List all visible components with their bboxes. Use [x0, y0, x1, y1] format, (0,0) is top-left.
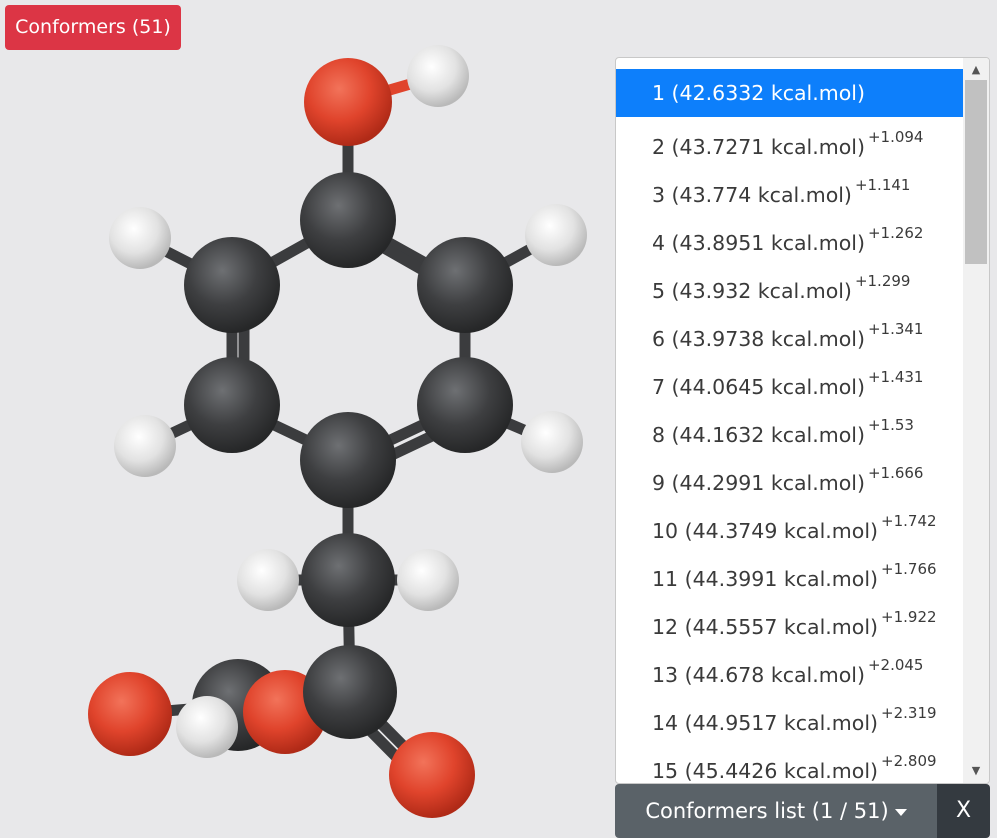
conformer-energy-label: 10 (44.3749 kcal.mol)	[652, 518, 879, 543]
hydrogen-atom	[521, 411, 583, 473]
conformer-list-item[interactable]: 12 (44.5557 kcal.mol) +1.922	[616, 597, 964, 645]
conformer-energy-label: 9 (44.2991 kcal.mol)	[652, 470, 865, 495]
conformer-energy-label: 6 (43.9738 kcal.mol)	[652, 326, 865, 351]
conformer-energy-label: 7 (44.0645 kcal.mol)	[652, 374, 865, 399]
carbon-atom	[417, 237, 513, 333]
conformers-list-panel[interactable]: 1 (42.6332 kcal.mol) 2 (43.7271 kcal.mol)…	[615, 57, 990, 784]
hydrogen-atom	[176, 696, 238, 758]
conformer-energy-label: 11 (44.3991 kcal.mol)	[652, 566, 879, 591]
carbon-atom	[184, 237, 280, 333]
conformer-list-item[interactable]: 9 (44.2991 kcal.mol) +1.666	[616, 453, 964, 501]
conformer-energy-delta: +1.299	[854, 272, 911, 290]
conformer-energy-label: 8 (44.1632 kcal.mol)	[652, 422, 865, 447]
app-stage: Conformers (51) 1 (42.6332 kcal.mol) 2 (4…	[0, 0, 997, 838]
molecule-atoms	[88, 45, 587, 818]
conformers-list-dropdown-button[interactable]: Conformers list (1 / 51)	[615, 784, 937, 838]
caret-down-icon	[894, 808, 907, 816]
carbon-atom	[300, 172, 396, 268]
chevron-down-icon[interactable]: ▼	[963, 761, 989, 781]
conformer-energy-label: 5 (43.932 kcal.mol)	[652, 278, 852, 303]
carbon-atom	[300, 412, 396, 508]
conformer-energy-delta: +1.53	[867, 416, 914, 434]
conformer-energy-label: 14 (44.9517 kcal.mol)	[652, 710, 879, 735]
conformer-energy-delta: +1.742	[881, 512, 937, 530]
conformer-list-item[interactable]: 5 (43.932 kcal.mol) +1.299	[616, 261, 964, 309]
conformers-list-label: Conformers list (1 / 51)	[645, 799, 889, 823]
hydrogen-atom	[407, 45, 469, 107]
conformer-list-item[interactable]: 15 (45.4426 kcal.mol) +2.809	[616, 741, 964, 783]
conformer-energy-label: 1 (42.6332 kcal.mol)	[652, 81, 865, 105]
conformer-energy-label: 4 (43.8951 kcal.mol)	[652, 230, 865, 255]
conformer-energy-delta: +1.262	[867, 224, 924, 242]
carbon-atom	[303, 645, 397, 739]
conformer-energy-delta: +1.666	[867, 464, 924, 482]
conformer-energy-label: 3 (43.774 kcal.mol)	[652, 182, 852, 207]
conformers-list[interactable]: 1 (42.6332 kcal.mol) 2 (43.7271 kcal.mol)…	[616, 69, 964, 783]
conformer-energy-delta: +1.431	[867, 368, 924, 386]
conformer-energy-label: 12 (44.5557 kcal.mol)	[652, 614, 879, 639]
carbon-atom	[301, 533, 395, 627]
conformer-energy-delta: +1.094	[867, 128, 924, 146]
conformer-list-item[interactable]: 7 (44.0645 kcal.mol) +1.431	[616, 357, 964, 405]
oxygen-atom	[304, 58, 392, 146]
hydrogen-atom	[114, 415, 176, 477]
conformer-energy-label: 2 (43.7271 kcal.mol)	[652, 134, 865, 159]
hydrogen-atom	[397, 549, 459, 611]
conformer-list-item[interactable]: 2 (43.7271 kcal.mol) +1.094	[616, 117, 964, 165]
conformer-energy-delta: +2.045	[867, 656, 924, 674]
conformer-list-item[interactable]: 3 (43.774 kcal.mol) +1.141	[616, 165, 964, 213]
hydrogen-atom	[109, 207, 171, 269]
close-button[interactable]: X	[937, 784, 990, 838]
conformers-toolbar: Conformers list (1 / 51) X	[615, 784, 990, 838]
conformer-energy-delta: +1.341	[867, 320, 924, 338]
conformer-energy-delta: +1.766	[881, 560, 937, 578]
carbon-atom	[184, 357, 280, 453]
chevron-up-icon[interactable]: ▲	[963, 60, 989, 80]
conformers-count-button[interactable]: Conformers (51)	[5, 5, 181, 50]
hydrogen-atom	[237, 549, 299, 611]
scrollbar-thumb[interactable]	[965, 80, 987, 264]
list-scrollbar[interactable]: ▲ ▼	[963, 58, 989, 783]
oxygen-atom	[389, 732, 475, 818]
conformer-list-item[interactable]: 14 (44.9517 kcal.mol) +2.319	[616, 693, 964, 741]
conformer-energy-delta: +1.141	[854, 176, 911, 194]
conformer-energy-delta: +2.319	[881, 704, 937, 722]
conformer-list-item[interactable]: 6 (43.9738 kcal.mol) +1.341	[616, 309, 964, 357]
conformer-list-item[interactable]: 11 (44.3991 kcal.mol) +1.766	[616, 549, 964, 597]
conformer-list-item[interactable]: 4 (43.8951 kcal.mol) +1.262	[616, 213, 964, 261]
carbon-atom	[417, 357, 513, 453]
conformer-energy-label: 13 (44.678 kcal.mol)	[652, 662, 865, 687]
conformer-list-item[interactable]: 13 (44.678 kcal.mol) +2.045	[616, 645, 964, 693]
oxygen-atom	[88, 672, 172, 756]
conformer-list-item[interactable]: 8 (44.1632 kcal.mol) +1.53	[616, 405, 964, 453]
conformer-list-item[interactable]: 10 (44.3749 kcal.mol) +1.742	[616, 501, 964, 549]
conformer-list-item[interactable]: 1 (42.6332 kcal.mol)	[616, 69, 964, 117]
conformer-energy-label: 15 (45.4426 kcal.mol)	[652, 758, 879, 783]
hydrogen-atom	[525, 204, 587, 266]
conformer-energy-delta: +2.809	[881, 752, 937, 770]
conformer-energy-delta: +1.922	[881, 608, 937, 626]
